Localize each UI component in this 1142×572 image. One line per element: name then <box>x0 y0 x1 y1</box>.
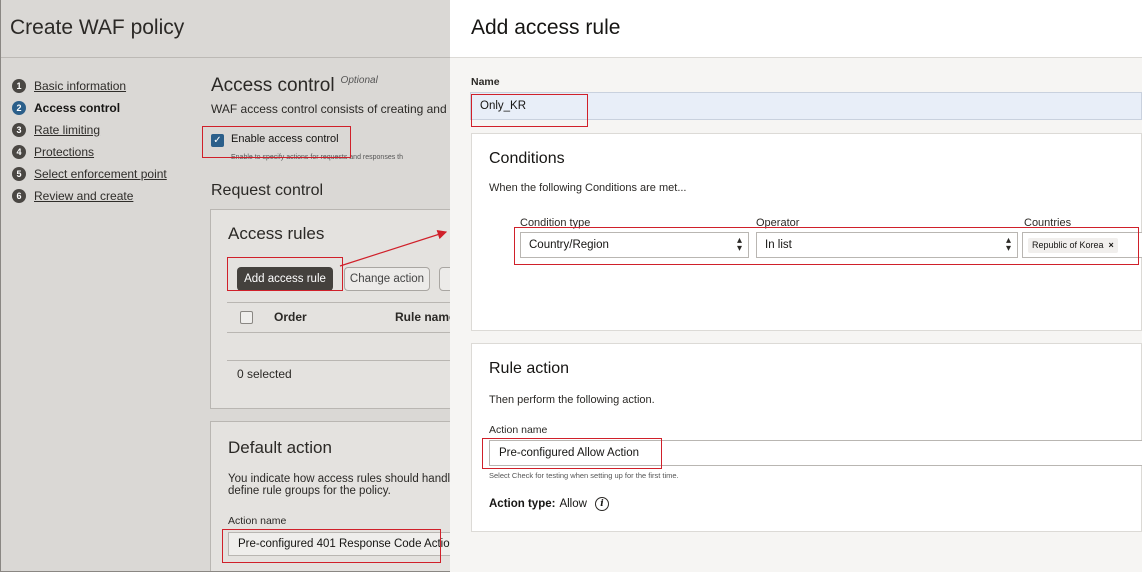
annotation-highlight-enable <box>202 126 351 158</box>
column-order[interactable]: Order <box>274 310 307 324</box>
default-action-description: You indicate how access rules should han… <box>228 473 450 497</box>
action-name-help: Select Check for testing when setting up… <box>489 471 679 480</box>
drawer-header: Add access rule <box>450 0 1142 58</box>
add-access-rule-drawer: Add access rule Name Only_KR Conditions … <box>450 0 1142 572</box>
rule-action-description: Then perform the following action. <box>489 394 655 406</box>
annotation-highlight-condition <box>514 227 1139 265</box>
selected-count: 0 selected <box>237 367 292 381</box>
table-empty-row <box>227 332 450 360</box>
default-action-name-label: Action name <box>228 515 287 527</box>
action-name-label: Action name <box>489 424 548 436</box>
conditions-description: When the following Conditions are met... <box>489 182 687 194</box>
access-control-title: Access control <box>211 75 335 96</box>
action-type-value: Allow <box>559 498 587 510</box>
step-label[interactable]: Review and create <box>34 189 133 203</box>
access-control-description: WAF access control consists of creating … <box>211 102 450 116</box>
rule-action-title: Rule action <box>489 360 570 377</box>
access-rules-panel: Access rules Add access rule Change acti… <box>210 209 450 409</box>
info-icon[interactable]: i <box>594 497 609 511</box>
conditions-card: Conditions When the following Conditions… <box>471 133 1142 331</box>
access-control-heading: Access control Optional <box>211 75 378 97</box>
step-review-and-create[interactable]: 6 Review and create <box>12 185 167 207</box>
step-number: 5 <box>12 167 26 181</box>
step-number: 2 <box>12 101 26 115</box>
step-label: Access control <box>34 101 121 115</box>
conditions-title: Conditions <box>489 150 565 167</box>
annotation-highlight-action-name <box>482 438 662 469</box>
request-control-heading: Request control <box>211 182 324 199</box>
step-label[interactable]: Protections <box>34 145 94 159</box>
default-action-panel: Default action You indicate how access r… <box>210 421 450 571</box>
select-all-checkbox[interactable] <box>240 311 253 324</box>
change-action-button[interactable]: Change action <box>344 267 430 291</box>
wizard-background: Create WAF policy 1 Basic information 2 … <box>0 0 450 572</box>
step-protections[interactable]: 4 Protections <box>12 141 167 163</box>
rule-action-card: Rule action Then perform the following a… <box>471 343 1142 532</box>
action-type: Action type: Allow i <box>489 497 609 511</box>
table-header: Order Rule name <box>227 302 450 332</box>
step-label[interactable]: Select enforcement point <box>34 167 167 181</box>
name-label: Name <box>471 76 500 88</box>
annotation-highlight-name <box>471 94 588 127</box>
step-number: 4 <box>12 145 26 159</box>
access-rules-title: Access rules <box>228 224 325 243</box>
step-label[interactable]: Rate limiting <box>34 123 100 137</box>
step-basic-information[interactable]: 1 Basic information <box>12 75 167 97</box>
wizard-steps: 1 Basic information 2 Access control 3 R… <box>12 75 167 207</box>
page-title: Create WAF policy <box>1 0 450 58</box>
more-button[interactable] <box>439 267 450 291</box>
annotation-highlight-add-rule <box>227 257 343 291</box>
table-footer: 0 selected <box>227 360 450 388</box>
access-rules-table: Order Rule name 0 selected <box>227 302 450 389</box>
column-rule-name[interactable]: Rule name <box>395 310 450 324</box>
step-access-control[interactable]: 2 Access control <box>12 97 167 119</box>
step-select-enforcement-point[interactable]: 5 Select enforcement point <box>12 163 167 185</box>
step-number: 6 <box>12 189 26 203</box>
step-number: 1 <box>12 79 26 93</box>
step-number: 3 <box>12 123 26 137</box>
action-type-label: Action type: <box>489 498 556 510</box>
step-label[interactable]: Basic information <box>34 79 126 93</box>
step-rate-limiting[interactable]: 3 Rate limiting <box>12 119 167 141</box>
drawer-title: Add access rule <box>471 16 621 39</box>
default-action-title: Default action <box>228 438 332 457</box>
optional-tag: Optional <box>340 75 378 86</box>
annotation-highlight-default-action <box>222 529 441 563</box>
